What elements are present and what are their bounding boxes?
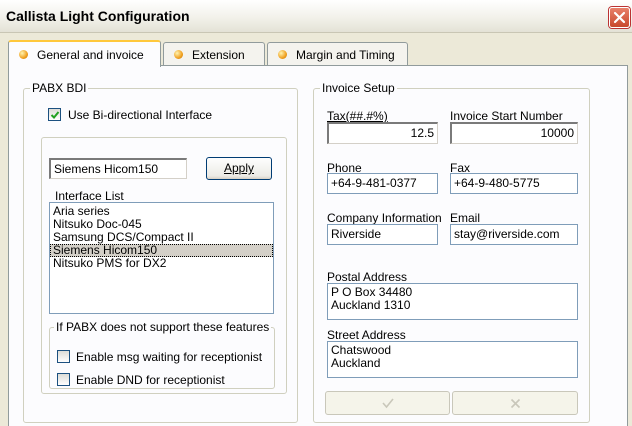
tax-label: Tax(##.#%) [327, 109, 388, 123]
use-bdi-label[interactable]: Use Bi-directional Interface [68, 108, 212, 122]
street-address-label: Street Address [327, 328, 406, 342]
x-icon [510, 398, 521, 409]
tab-general-and-invoice[interactable]: General and invoice [8, 40, 161, 67]
interface-list[interactable]: Aria series Nitsuko Doc-045 Samsung DCS/… [49, 202, 274, 314]
pabx-bdi-title: PABX BDI [30, 81, 89, 95]
window-title: Callista Light Configuration [6, 8, 190, 24]
checkmark-icon [50, 111, 60, 119]
invoice-setup-title: Invoice Setup [320, 81, 397, 95]
street-address-line: Auckland [331, 356, 381, 370]
tab-label: Extension [192, 47, 245, 62]
tab-margin-and-timing[interactable]: Margin and Timing [267, 42, 408, 66]
email-field[interactable]: stay@riverside.com [450, 224, 578, 245]
tab-dot-icon [278, 50, 287, 59]
email-label: Email [450, 211, 481, 225]
company-information-field[interactable]: Riverside [327, 224, 438, 245]
company-information-label: Company Information [327, 211, 442, 225]
interface-list-label: Interface List [55, 189, 124, 203]
tax-field[interactable]: 12.5 [327, 122, 438, 144]
apply-button[interactable]: Apply [206, 157, 272, 180]
selected-interface-field[interactable]: Siemens Hicom150 [49, 158, 187, 179]
phone-field[interactable]: +64-9-481-0377 [327, 173, 438, 194]
close-button[interactable] [609, 7, 630, 28]
apply-button-label: Apply [223, 161, 255, 175]
use-bdi-checkbox[interactable] [48, 108, 61, 121]
msg-waiting-label[interactable]: Enable msg waiting for receptionist [76, 350, 262, 364]
fax-field[interactable]: +64-9-480-5775 [450, 173, 578, 194]
tab-dot-icon [19, 50, 28, 59]
street-address-field[interactable]: Chatswood Auckland [327, 341, 578, 378]
tab-dot-icon [174, 50, 183, 59]
invoice-start-number-label: Invoice Start Number [450, 109, 563, 123]
tab-label: Margin and Timing [296, 47, 395, 62]
dnd-checkbox[interactable] [57, 373, 70, 386]
invoice-start-number-field[interactable]: 10000 [450, 122, 578, 144]
list-item[interactable]: Nitsuko PMS for DX2 [50, 257, 273, 270]
ok-button[interactable] [325, 391, 450, 415]
postal-address-label: Postal Address [327, 270, 408, 284]
cancel-button[interactable] [452, 391, 578, 415]
tab-extension[interactable]: Extension [163, 42, 265, 66]
features-group-title: If PABX does not support these features [54, 320, 272, 334]
postal-address-line: Auckland 1310 [331, 298, 411, 312]
title-bar: Callista Light Configuration [0, 0, 632, 33]
check-icon [382, 398, 394, 409]
dnd-label[interactable]: Enable DND for receptionist [76, 373, 225, 387]
close-icon [613, 11, 626, 24]
msg-waiting-checkbox[interactable] [57, 350, 70, 363]
postal-address-field[interactable]: P O Box 34480 Auckland 1310 [327, 283, 578, 320]
tab-label: General and invoice [37, 47, 144, 62]
